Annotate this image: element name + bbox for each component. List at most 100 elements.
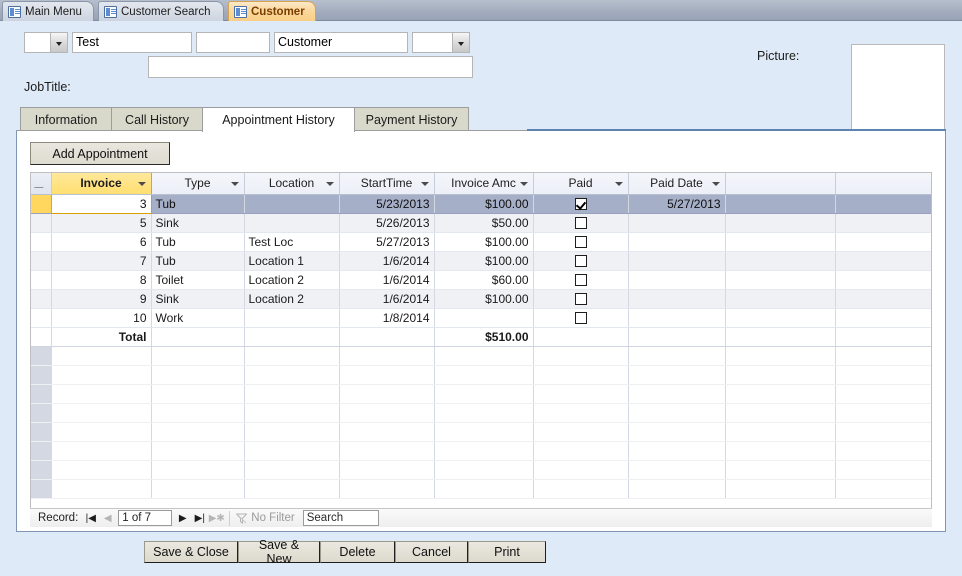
cell-invoice[interactable]: 9 (51, 289, 151, 308)
tab-appointment-history[interactable]: Appointment History (202, 107, 355, 132)
row-selector[interactable] (31, 270, 51, 289)
appointment-datasheet[interactable]: Invoice Type Location StartTime Invoice … (30, 172, 932, 527)
cell-empty-1[interactable] (725, 232, 835, 251)
checkbox-checked-icon[interactable] (575, 198, 587, 210)
cell-invoice-amount[interactable]: $50.00 (434, 213, 533, 232)
cell-empty-1[interactable] (725, 194, 835, 213)
cell-type[interactable]: Sink (151, 213, 244, 232)
cell-paid[interactable] (533, 194, 628, 213)
cell-invoice-amount[interactable] (434, 308, 533, 327)
filter-status[interactable]: No Filter (234, 512, 302, 524)
cell-empty-1[interactable] (725, 270, 835, 289)
table-row[interactable]: 3Tub5/23/2013$100.005/27/2013 (31, 194, 931, 213)
row-selector[interactable] (31, 308, 51, 327)
table-row[interactable]: 10Work1/8/2014 (31, 308, 931, 327)
checkbox-unchecked-icon[interactable] (575, 274, 587, 286)
cell-location[interactable]: Location 1 (244, 251, 339, 270)
cancel-button[interactable]: Cancel (395, 541, 468, 563)
cell-empty-2[interactable] (835, 270, 931, 289)
chevron-down-icon[interactable] (50, 33, 67, 52)
table-row[interactable]: 5Sink5/26/2013$50.00 (31, 213, 931, 232)
select-all-corner[interactable] (31, 173, 51, 194)
column-header-paid[interactable]: Paid (533, 173, 628, 194)
cell-location[interactable]: Test Loc (244, 232, 339, 251)
cell-paid-date[interactable] (628, 289, 725, 308)
print-button[interactable]: Print (468, 541, 546, 563)
table-row[interactable]: 7TubLocation 11/6/2014$100.00 (31, 251, 931, 270)
row-selector[interactable] (31, 194, 51, 213)
cell-paid-date[interactable] (628, 213, 725, 232)
next-record-icon[interactable]: ▶ (174, 510, 191, 527)
cell-paid-date[interactable] (628, 232, 725, 251)
add-appointment-button[interactable]: Add Appointment (30, 142, 170, 165)
cell-type[interactable]: Tub (151, 232, 244, 251)
chevron-down-icon[interactable] (326, 182, 334, 186)
cell-invoice[interactable]: 8 (51, 270, 151, 289)
cell-starttime[interactable]: 1/6/2014 (339, 270, 434, 289)
cell-location[interactable]: Location 2 (244, 270, 339, 289)
save-and-new-button[interactable]: Save & New (238, 541, 320, 563)
chevron-down-icon[interactable] (231, 182, 239, 186)
cell-paid-date[interactable] (628, 270, 725, 289)
cell-empty-2[interactable] (835, 232, 931, 251)
checkbox-unchecked-icon[interactable] (575, 217, 587, 229)
cell-empty-2[interactable] (835, 308, 931, 327)
cell-invoice-amount[interactable]: $100.00 (434, 251, 533, 270)
checkbox-unchecked-icon[interactable] (575, 255, 587, 267)
suffix-combo[interactable] (412, 32, 470, 53)
cell-paid-date[interactable]: 5/27/2013 (628, 194, 725, 213)
cell-empty-1[interactable] (725, 213, 835, 232)
cell-paid-date[interactable] (628, 251, 725, 270)
last-record-icon[interactable]: ▶| (191, 510, 208, 527)
cell-invoice[interactable]: 7 (51, 251, 151, 270)
cell-starttime[interactable]: 5/23/2013 (339, 194, 434, 213)
new-record-icon[interactable]: ▶✱ (208, 510, 225, 527)
cell-paid[interactable] (533, 232, 628, 251)
row-selector[interactable] (31, 251, 51, 270)
document-tab-customer[interactable]: Customer (228, 1, 316, 21)
chevron-down-icon[interactable] (452, 33, 469, 52)
cell-invoice-amount[interactable]: $100.00 (434, 232, 533, 251)
title-combo[interactable] (24, 32, 68, 53)
cell-type[interactable]: Toilet (151, 270, 244, 289)
jobtitle-field[interactable] (148, 56, 473, 78)
chevron-down-icon[interactable] (615, 182, 623, 186)
cell-starttime[interactable]: 1/6/2014 (339, 251, 434, 270)
cell-empty-1[interactable] (725, 251, 835, 270)
cell-type[interactable]: Tub (151, 251, 244, 270)
cell-location[interactable] (244, 194, 339, 213)
cell-invoice-amount[interactable]: $100.00 (434, 194, 533, 213)
document-tab-customer-search[interactable]: Customer Search (98, 1, 224, 21)
cell-paid[interactable] (533, 289, 628, 308)
cell-empty-2[interactable] (835, 213, 931, 232)
chevron-down-icon[interactable] (520, 182, 528, 186)
table-row[interactable]: 9SinkLocation 21/6/2014$100.00 (31, 289, 931, 308)
cell-invoice[interactable]: 3 (51, 194, 151, 213)
checkbox-unchecked-icon[interactable] (575, 312, 587, 324)
record-position-input[interactable]: 1 of 7 (118, 510, 172, 526)
column-header-location[interactable]: Location (244, 173, 339, 194)
column-header-type[interactable]: Type (151, 173, 244, 194)
cell-paid[interactable] (533, 213, 628, 232)
cell-empty-1[interactable] (725, 289, 835, 308)
save-and-close-button[interactable]: Save & Close (144, 541, 238, 563)
row-selector[interactable] (31, 232, 51, 251)
cell-starttime[interactable]: 5/27/2013 (339, 232, 434, 251)
tab-call-history[interactable]: Call History (111, 107, 203, 131)
last-name-field[interactable]: Customer (274, 32, 408, 53)
checkbox-unchecked-icon[interactable] (575, 236, 587, 248)
cell-paid[interactable] (533, 251, 628, 270)
cell-invoice[interactable]: 5 (51, 213, 151, 232)
column-header-paid-date[interactable]: Paid Date (628, 173, 725, 194)
document-tab-main-menu[interactable]: Main Menu (2, 1, 94, 21)
column-header-invoice[interactable]: Invoice (51, 173, 151, 194)
previous-record-icon[interactable]: ◀ (99, 510, 116, 527)
cell-paid[interactable] (533, 270, 628, 289)
chevron-down-icon[interactable] (712, 182, 720, 186)
cell-type[interactable]: Sink (151, 289, 244, 308)
column-header-invoice-amount[interactable]: Invoice Amc (434, 173, 533, 194)
row-selector[interactable] (31, 289, 51, 308)
first-name-field[interactable]: Test (72, 32, 192, 53)
cell-paid-date[interactable] (628, 308, 725, 327)
chevron-down-icon[interactable] (421, 182, 429, 186)
